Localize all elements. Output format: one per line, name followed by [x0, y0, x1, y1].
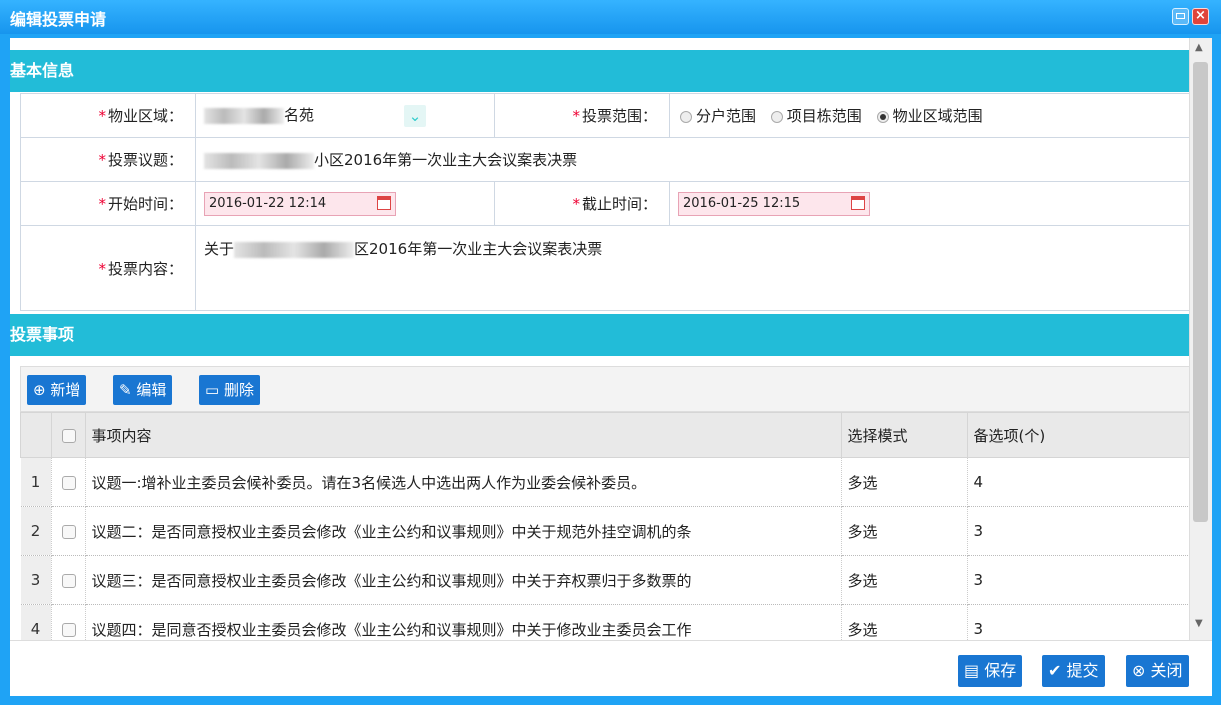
radio-building[interactable] — [770, 110, 783, 123]
scope-radio-group: 分户范围 项目栋范围 物业区域范围 — [669, 93, 1190, 138]
table-row[interactable]: 2 议题二：是否同意授权业主委员会修改《业主公约和议事规则》中关于规范外挂空调机… — [20, 506, 1190, 556]
save-button[interactable]: ▤ 保存 — [958, 655, 1023, 687]
radio-property-area[interactable] — [876, 110, 889, 123]
calendar-icon[interactable] — [851, 195, 865, 210]
redacted-text — [234, 241, 355, 258]
table-row[interactable]: 3 议题三：是否同意授权业主委员会修改《业主公约和议事规则》中关于弃权票归于多数… — [20, 555, 1190, 605]
section-vote-items: 投票事项 — [10, 314, 1190, 356]
basic-info-form: * 物业区域： 名苑 ⌄ * 投票范围： 分户范围 项目栋范围 物业区域范围 * 投票议… — [20, 93, 1190, 311]
content-textarea[interactable]: 关于 区2016年第一次业主大会议案表决票 — [195, 225, 1190, 311]
topic-label: 投票议题： — [107, 151, 183, 169]
edit-vote-dialog: 编辑投票申请 × 基本信息 * 物业区域： 名苑 ⌄ * 投票范围： 分户范围 项目栋… — [0, 0, 1221, 705]
close-circle-icon: ⊗ — [1132, 661, 1146, 680]
start-time-input[interactable]: 2016-01-22 12:14 — [204, 191, 396, 216]
row-checkbox[interactable] — [61, 573, 76, 588]
area-select[interactable]: 名苑 — [284, 106, 314, 124]
submit-button[interactable]: ✔ 提交 — [1042, 655, 1105, 687]
chevron-down-icon[interactable]: ⌄ — [404, 104, 427, 127]
table-row[interactable]: 4 议题四：是同意否授权业主委员会修改《业主公约和议事规则》中关于修改业主委员会… — [20, 604, 1190, 640]
start-time-label: 开始时间： — [107, 195, 183, 213]
radio-household[interactable] — [680, 110, 692, 123]
content-label: 投票内容： — [107, 259, 183, 278]
scrollbar-thumb[interactable] — [1193, 62, 1208, 522]
save-icon: ▤ — [964, 661, 980, 680]
calendar-icon[interactable] — [377, 195, 391, 210]
row-checkbox[interactable] — [61, 475, 76, 490]
items-grid: 事项内容 选择模式 备选项(个) 1 议题一:增补业主委员会候补委员。请在3名候… — [20, 412, 1190, 640]
select-all-checkbox[interactable] — [61, 428, 76, 443]
edit-button[interactable]: ✎ 编辑 — [113, 375, 173, 405]
end-time-label: 截止时间： — [581, 195, 657, 213]
close-button[interactable]: ⊗ 关闭 — [1126, 655, 1189, 687]
row-checkbox[interactable] — [61, 622, 76, 637]
dialog-body: 基本信息 * 物业区域： 名苑 ⌄ * 投票范围： 分户范围 项目栋范围 物业区域范围… — [10, 38, 1212, 640]
section-basic-info: 基本信息 — [10, 50, 1190, 92]
plus-circle-icon: ⊕ — [33, 381, 46, 399]
maximize-button[interactable] — [1172, 8, 1189, 25]
redacted-text — [204, 107, 284, 124]
row-checkbox[interactable] — [61, 524, 76, 539]
vertical-scrollbar[interactable]: ▲ ▼ — [1189, 38, 1212, 640]
redacted-text — [204, 152, 314, 169]
scroll-up-icon[interactable]: ▲ — [1195, 42, 1203, 53]
col-mode[interactable]: 选择模式 — [840, 412, 968, 458]
table-row[interactable]: 1 议题一:增补业主委员会候补委员。请在3名候选人中选出两人作为业委会候补委员。… — [20, 457, 1190, 507]
scope-label: 投票范围： — [581, 107, 657, 125]
end-time-input[interactable]: 2016-01-25 12:15 — [678, 191, 870, 216]
check-icon: ✔ — [1048, 661, 1062, 680]
grid-toolbar: ⊕ 新增 ✎ 编辑 ▭ 删除 — [20, 366, 1190, 412]
grid-header: 事项内容 选择模式 备选项(个) — [20, 412, 1190, 458]
pencil-icon: ✎ — [119, 381, 132, 399]
topic-input[interactable]: 小区2016年第一次业主大会议案表决票 — [314, 151, 577, 169]
title-bar: 编辑投票申请 × — [0, 0, 1221, 34]
scroll-down-icon[interactable]: ▼ — [1195, 618, 1203, 629]
dialog-title: 编辑投票申请 — [10, 10, 107, 29]
col-content[interactable]: 事项内容 — [84, 412, 842, 458]
close-window-button[interactable]: × — [1192, 8, 1209, 25]
col-count[interactable]: 备选项(个) — [966, 412, 1190, 458]
delete-button[interactable]: ▭ 删除 — [199, 375, 260, 405]
area-label: 物业区域： — [107, 107, 183, 125]
add-button[interactable]: ⊕ 新增 — [27, 375, 87, 405]
minus-box-icon: ▭ — [205, 381, 220, 399]
dialog-footer: ▤ 保存 ✔ 提交 ⊗ 关闭 — [10, 640, 1212, 696]
